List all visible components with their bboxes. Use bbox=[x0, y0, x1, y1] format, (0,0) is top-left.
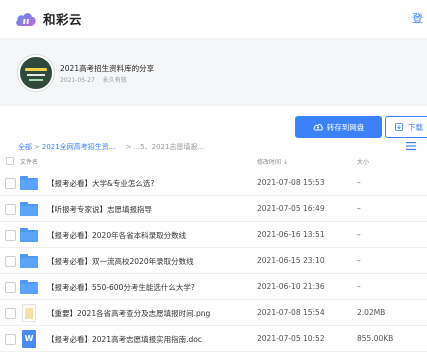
table-row[interactable]: 【报考必看】大学&专业怎么选? 2021-07-08 15:53 – bbox=[0, 170, 427, 196]
modified-time: 2021-06-16 13:51 bbox=[257, 230, 325, 239]
file-size: – bbox=[357, 230, 361, 239]
file-name[interactable]: 【报考必看】2020年各省本科录取分数线 bbox=[47, 230, 186, 241]
row-checkbox[interactable] bbox=[5, 230, 16, 241]
folder-icon bbox=[20, 280, 38, 294]
download-button-label: 下载 bbox=[408, 122, 423, 132]
save-button-label: 转存到网盘 bbox=[326, 122, 365, 132]
table-row[interactable]: W 【报考必看】2021高考志愿填报实用指南.doc 2021-07-05 10… bbox=[0, 326, 427, 352]
brand-name: 和彩云 bbox=[43, 12, 83, 27]
table-row[interactable]: 【重要】2021各省高考查分及志愿填报时间.png 2021-07-08 15:… bbox=[0, 300, 427, 326]
breadcrumb-separator: > bbox=[125, 143, 132, 151]
file-size: – bbox=[357, 256, 361, 265]
row-checkbox[interactable] bbox=[5, 334, 16, 345]
row-checkbox[interactable] bbox=[5, 256, 16, 267]
modified-time: 2021-06-10 21:36 bbox=[257, 282, 325, 291]
modified-time: 2021-07-05 16:49 bbox=[257, 204, 325, 213]
file-name[interactable]: 【报考必看】550-600分考生能选什么大学? bbox=[47, 282, 195, 293]
download-icon bbox=[395, 123, 403, 131]
file-size: – bbox=[357, 204, 361, 213]
login-link[interactable]: 登 bbox=[412, 10, 423, 26]
file-table-header: 文件名 修改时间 ↓ 大小 bbox=[0, 154, 427, 168]
breadcrumb: 全部 >2021全网高考招生资... > ...5、2021志愿填报... bbox=[18, 142, 204, 152]
file-name[interactable]: 【重要】2021各省高考查分及志愿填报时间.png bbox=[47, 308, 210, 319]
file-name[interactable]: 【报考必看】双一流高校2020年录取分数线 bbox=[47, 256, 194, 267]
file-size: 2.02MB bbox=[357, 308, 386, 317]
image-file-icon bbox=[22, 304, 36, 322]
modified-time: 2021-07-08 15:53 bbox=[257, 178, 325, 187]
select-all-checkbox[interactable] bbox=[6, 157, 14, 165]
row-checkbox[interactable] bbox=[5, 204, 16, 215]
top-bar: 和彩云 登 bbox=[0, 0, 427, 38]
save-to-cloud-button[interactable]: 转存到网盘 bbox=[295, 116, 382, 138]
modified-time: 2021-07-08 15:54 bbox=[257, 308, 325, 317]
folder-icon bbox=[20, 254, 38, 268]
share-validity: 永久有效 bbox=[102, 77, 127, 84]
file-name[interactable]: 【报考必看】2021高考志愿填报实用指南.doc bbox=[47, 334, 202, 345]
breadcrumb-parent[interactable]: 2021全网高考招生资... bbox=[42, 143, 116, 151]
table-row[interactable]: 【报考必看】550-600分考生能选什么大学? 2021-06-10 21:36… bbox=[0, 274, 427, 300]
folder-icon bbox=[20, 176, 38, 190]
file-name[interactable]: 【听报考专家说】志愿填报指导 bbox=[47, 204, 152, 215]
breadcrumb-separator: > bbox=[34, 143, 40, 151]
table-row[interactable]: 【听报考专家说】志愿填报指导 2021-07-05 16:49 – bbox=[0, 196, 427, 222]
list-view-icon[interactable] bbox=[406, 142, 416, 150]
share-date: 2021-05-27 bbox=[60, 77, 95, 84]
cloud-save-icon bbox=[313, 124, 323, 131]
download-button[interactable]: 下载 bbox=[385, 116, 427, 138]
share-meta: 2021-05-27 永久有效 bbox=[60, 75, 133, 84]
file-size: – bbox=[357, 178, 361, 187]
column-header-name[interactable]: 文件名 bbox=[20, 157, 38, 166]
share-avatar bbox=[18, 55, 54, 91]
table-row[interactable]: 【报考必看】双一流高校2020年录取分数线 2021-06-15 23:10 – bbox=[0, 248, 427, 274]
modified-time: 2021-06-15 23:10 bbox=[257, 256, 325, 265]
word-doc-icon: W bbox=[22, 330, 36, 348]
table-row[interactable]: 【报考必看】2020年各省本科录取分数线 2021-06-16 13:51 – bbox=[0, 222, 427, 248]
file-size: – bbox=[357, 282, 361, 291]
breadcrumb-root[interactable]: 全部 bbox=[18, 143, 32, 151]
breadcrumb-current: 5、2021志愿填报... bbox=[140, 143, 205, 151]
column-header-time[interactable]: 修改时间 ↓ bbox=[257, 157, 288, 166]
row-checkbox[interactable] bbox=[5, 308, 16, 319]
modified-time: 2021-07-05 10:52 bbox=[257, 334, 325, 343]
folder-icon bbox=[20, 228, 38, 242]
folder-icon bbox=[20, 202, 38, 216]
file-name[interactable]: 【报考必看】大学&专业怎么选? bbox=[47, 178, 154, 189]
share-title: 2021高考招生资料库的分享 bbox=[60, 64, 155, 73]
row-checkbox[interactable] bbox=[5, 178, 16, 189]
row-checkbox[interactable] bbox=[5, 282, 16, 293]
cloud-logo-icon[interactable] bbox=[14, 8, 38, 28]
column-header-size[interactable]: 大小 bbox=[357, 157, 369, 166]
file-size: 855.00KB bbox=[357, 334, 394, 343]
